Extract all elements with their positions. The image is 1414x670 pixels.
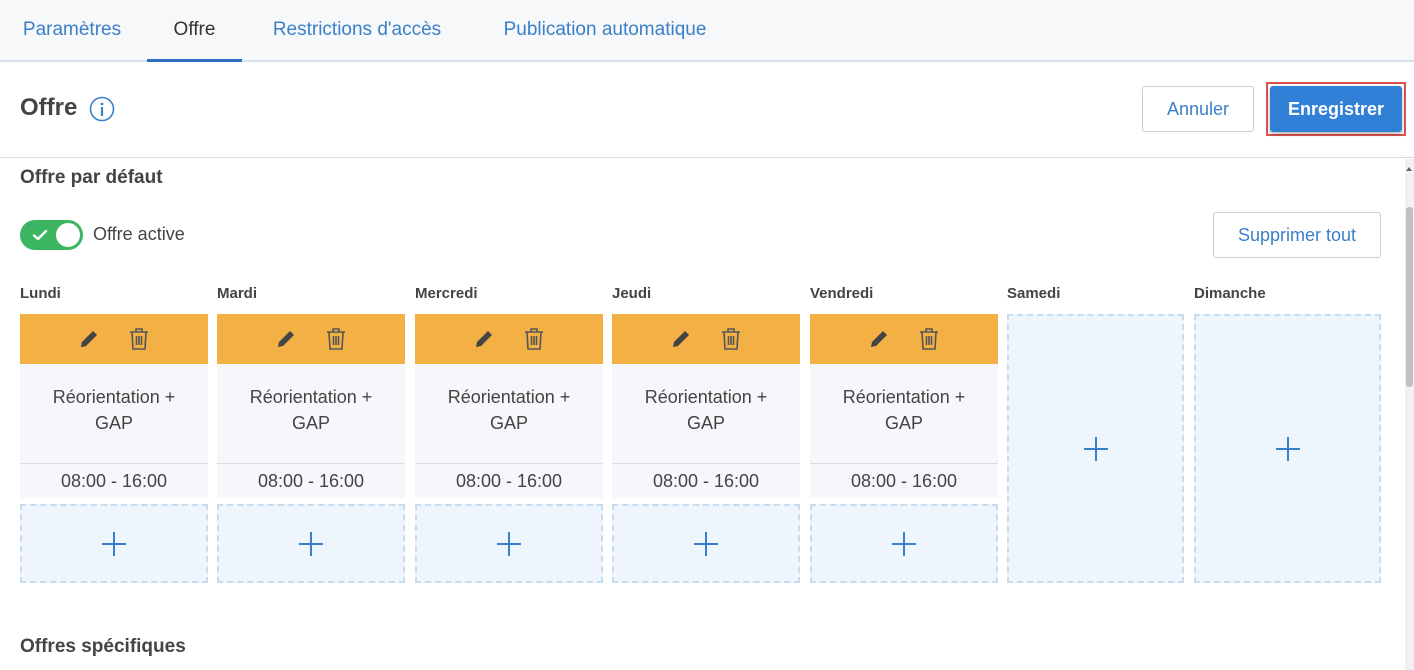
slot-name: Réorientation + GAP	[644, 387, 768, 433]
plus-icon	[299, 531, 323, 556]
pencil-icon[interactable]	[868, 328, 890, 350]
slot-time: 08:00 - 16:00	[20, 463, 208, 498]
slot-card-jeudi: Réorientation + GAP 08:00 - 16:00	[612, 314, 800, 498]
scroll-up-arrow-icon[interactable]	[1406, 167, 1412, 171]
offer-content: Offre par défaut Offre active Supprimer …	[0, 159, 1405, 670]
vertical-scrollbar[interactable]	[1405, 159, 1414, 670]
check-icon	[32, 229, 48, 241]
slot-time: 08:00 - 16:00	[810, 463, 998, 498]
slot-toolbar	[20, 314, 208, 364]
info-circle-icon[interactable]	[89, 96, 115, 122]
slot-time: 08:00 - 16:00	[415, 463, 603, 498]
day-label-jeudi: Jeudi	[612, 285, 652, 302]
page-header: Offre Annuler Enregistrer	[0, 62, 1414, 158]
toggle-knob	[56, 223, 80, 247]
day-label-vendredi: Vendredi	[810, 285, 874, 302]
add-slot-button-jeudi[interactable]	[612, 504, 800, 583]
tab-parametres[interactable]: Paramètres	[20, 0, 124, 62]
trash-icon[interactable]	[128, 327, 150, 351]
plus-icon	[694, 531, 718, 556]
slot-card-mercredi: Réorientation + GAP 08:00 - 16:00	[415, 314, 603, 498]
plus-icon	[497, 531, 521, 556]
slot-name: Réorientation + GAP	[842, 387, 966, 433]
slot-toolbar	[810, 314, 998, 364]
scrollbar-thumb[interactable]	[1406, 207, 1413, 387]
slot-toolbar	[217, 314, 405, 364]
trash-icon[interactable]	[918, 327, 940, 351]
trash-icon[interactable]	[325, 327, 347, 351]
plus-icon	[1275, 436, 1300, 461]
trash-icon[interactable]	[720, 327, 742, 351]
save-button-highlight: Enregistrer	[1266, 82, 1406, 136]
slot-card-vendredi: Réorientation + GAP 08:00 - 16:00	[810, 314, 998, 498]
slot-card-lundi: Réorientation + GAP 08:00 - 16:00	[20, 314, 208, 498]
plus-icon	[892, 531, 916, 556]
slot-name: Réorientation + GAP	[52, 387, 176, 433]
add-slot-button-samedi[interactable]	[1007, 314, 1184, 583]
pencil-icon[interactable]	[78, 328, 100, 350]
plus-icon	[102, 531, 126, 556]
pencil-icon[interactable]	[473, 328, 495, 350]
day-label-mardi: Mardi	[217, 285, 258, 302]
pencil-icon[interactable]	[670, 328, 692, 350]
delete-all-button[interactable]: Supprimer tout	[1213, 212, 1381, 258]
day-label-dimanche: Dimanche	[1194, 285, 1266, 302]
add-slot-button-mardi[interactable]	[217, 504, 405, 583]
add-slot-button-mercredi[interactable]	[415, 504, 603, 583]
add-slot-button-dimanche[interactable]	[1194, 314, 1381, 583]
offer-active-toggle[interactable]	[20, 220, 83, 250]
page-title: Offre	[20, 94, 78, 121]
slot-card-mardi: Réorientation + GAP 08:00 - 16:00	[217, 314, 405, 498]
tab-restrictions-acces[interactable]: Restrictions d'accès	[267, 0, 447, 62]
trash-icon[interactable]	[523, 327, 545, 351]
day-label-lundi: Lundi	[20, 285, 61, 302]
slot-time: 08:00 - 16:00	[612, 463, 800, 498]
section-title-specific-offers: Offres spécifiques	[20, 636, 186, 657]
slot-time: 08:00 - 16:00	[217, 463, 405, 498]
slot-name: Réorientation + GAP	[447, 387, 571, 433]
save-button[interactable]: Enregistrer	[1270, 86, 1402, 132]
tab-offre[interactable]: Offre	[147, 0, 242, 62]
day-label-mercredi: Mercredi	[415, 285, 478, 302]
slot-name: Réorientation + GAP	[249, 387, 373, 433]
slot-toolbar	[415, 314, 603, 364]
add-slot-button-vendredi[interactable]	[810, 504, 998, 583]
section-title-default-offer: Offre par défaut	[20, 167, 163, 188]
tab-bar: Paramètres Offre Restrictions d'accès Pu…	[0, 0, 1414, 62]
plus-icon	[1083, 436, 1108, 461]
pencil-icon[interactable]	[275, 328, 297, 350]
cancel-button[interactable]: Annuler	[1142, 86, 1254, 132]
add-slot-button-lundi[interactable]	[20, 504, 208, 583]
tab-publication-automatique[interactable]: Publication automatique	[495, 0, 715, 62]
toggle-label: Offre active	[93, 224, 185, 244]
slot-toolbar	[612, 314, 800, 364]
day-label-samedi: Samedi	[1007, 285, 1061, 302]
